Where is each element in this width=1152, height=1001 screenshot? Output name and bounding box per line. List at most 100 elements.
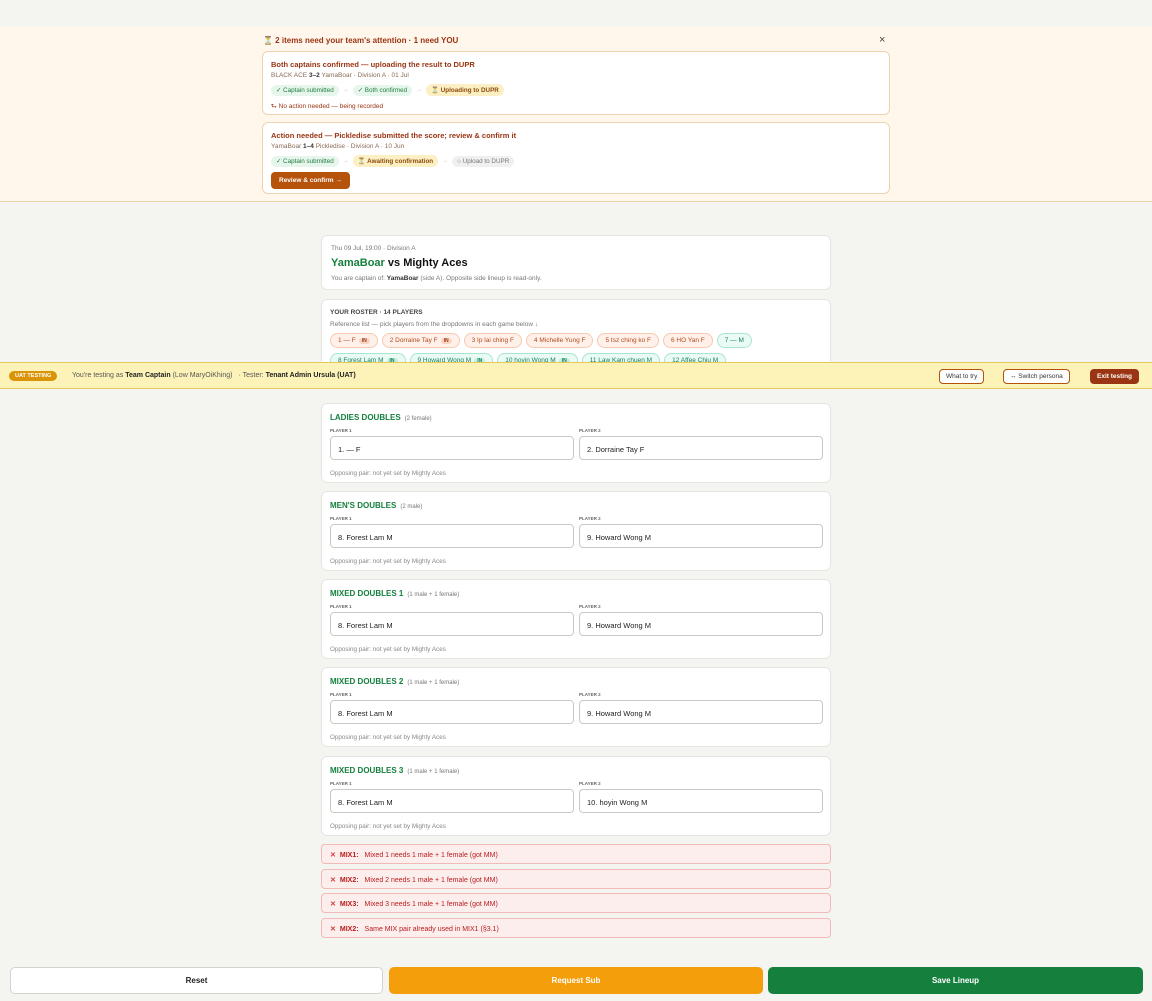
save-lineup-button[interactable]: Save Lineup [768,967,1143,994]
game-card: MIXED DOUBLES 3 (1 male + 1 female) PLAYER… [321,756,831,836]
game-card: MEN'S DOUBLES (2 male) PLAYER 1 PLAYER 2 8. … [321,491,831,571]
step-badge: ⏳ Awaiting confirmation [352,155,439,167]
step-badge: ✓ Captain submitted [271,155,339,167]
roster-subtitle: Reference list — pick players from the d… [330,321,539,328]
player2-select[interactable]: 9. Howard Wong M [579,524,823,548]
in-badge: IN [358,337,370,344]
switch-persona-button[interactable]: ↔ Switch persona [1003,369,1070,384]
roster-panel: YOUR ROSTER · 14 PLAYERS Reference list … [321,299,831,369]
attention-item-upload: Both captains confirmed — uploading the … [262,51,890,115]
attention-item-title: Both captains confirmed — uploading the … [271,60,475,69]
opposing-pair-note: Opposing pair: not yet set by Mighty Ace… [330,558,446,565]
attention-note: ⮑ No action needed — being recorded [271,103,384,110]
player1-label: PLAYER 1 [330,692,352,697]
attention-item-title: Action needed — Pickledise submitted the… [271,131,517,140]
step-badge: ⏳ Uploading to DUPR [426,84,504,96]
game-requirement: (2 female) [404,416,432,422]
error-item: ✕ MIX1: Mixed 1 needs 1 male + 1 female (g… [321,844,831,864]
game-requirement: (1 male + 1 female) [407,592,460,598]
error-code: MIX2: [339,926,359,933]
error-message: Mixed 2 needs 1 male + 1 female (got MM) [364,877,498,884]
game-requirement: (1 male + 1 female) [407,680,460,686]
attention-item-meta: BLACK ACE 3–2 YamaBoar · Division A · 01… [271,72,409,79]
error-message: Same MIX pair already used in MIX1 (§3.1… [364,926,499,933]
game-title: LADIES DOUBLES (2 female) [330,413,432,422]
in-badge: IN [440,337,452,344]
player2-label: PLAYER 2 [579,692,601,697]
error-icon: ✕ [330,926,336,933]
game-card: LADIES DOUBLES (2 female) PLAYER 1 PLAYER 2… [321,403,831,483]
player2-label: PLAYER 2 [579,516,601,521]
error-icon: ✕ [330,877,336,884]
game-title: MIXED DOUBLES 1 (1 male + 1 female) [330,589,460,598]
player2-label: PLAYER 2 [579,428,601,433]
player2-label: PLAYER 2 [579,604,601,609]
game-requirement: (1 male + 1 female) [407,769,460,775]
game-card: MIXED DOUBLES 1 (1 male + 1 female) PLAYER… [321,579,831,659]
player2-select[interactable]: 9. Howard Wong M [579,612,823,636]
player1-select[interactable]: 8. Forest Lam M [330,700,574,724]
attention-item-confirm: Action needed — Pickledise submitted the… [262,122,890,194]
uat-badge: UAT TESTING [9,371,58,381]
roster-chip: 2 Dorraine Tay F IN [381,333,460,348]
player1-label: PLAYER 1 [330,516,352,521]
step-badge: ○ Upload to DUPR [452,155,515,167]
roster-chips-row: 1 — F IN 2 Dorraine Tay F IN 3 Ip lai ching … [330,333,752,348]
match-title: YamaBoar vs Mighty Aces [331,257,468,269]
exit-testing-button[interactable]: Exit testing [1090,369,1140,384]
roster-chip: 5 tsz ching ko F [597,333,660,348]
player2-select[interactable]: 2. Dorraine Tay F [579,436,823,460]
review-confirm-button[interactable]: Review & confirm → [271,172,350,189]
step-badge: ✓ Captain submitted [271,84,339,96]
game-title: MIXED DOUBLES 3 (1 male + 1 female) [330,766,460,775]
game-title: MEN'S DOUBLES (2 male) [330,501,423,510]
error-code: MIX2: [339,877,359,884]
error-item: ✕ MIX2: Mixed 2 needs 1 male + 1 female (g… [321,869,831,889]
roster-chip: 6 HO Yan F [663,333,713,348]
game-title: MIXED DOUBLES 2 (1 male + 1 female) [330,677,460,686]
game-requirement: (2 male) [400,504,423,510]
status-steps: ✓ Captain submitted → ✓ Both confirmed → ⏳… [271,84,504,96]
captain-note: You are captain of: YamaBoar (side A). O… [331,275,542,282]
error-message: Mixed 1 needs 1 male + 1 female (got MM) [364,852,498,859]
request-sub-button[interactable]: Request Sub [389,967,763,994]
step-badge: ✓ Both confirmed [352,84,413,96]
roster-chip: 7 — M [716,333,752,348]
error-item: ✕ MIX3: Mixed 3 needs 1 male + 1 female (g… [321,893,831,913]
player1-label: PLAYER 1 [330,781,352,786]
what-to-try-button[interactable]: What to try [939,369,985,384]
opposing-pair-note: Opposing pair: not yet set by Mighty Ace… [330,646,446,653]
player1-select[interactable]: 1. — F [330,436,574,460]
player1-select[interactable]: 8. Forest Lam M [330,524,574,548]
match-header: Thu 09 Jul, 19:00 · Division A YamaBoar … [321,235,831,290]
reset-button[interactable]: Reset [10,967,383,994]
roster-title: YOUR ROSTER · 14 PLAYERS [330,309,423,316]
error-item: ✕ MIX2: Same MIX pair already used in MIX1… [321,918,831,938]
close-icon[interactable]: × [879,34,885,46]
match-meta: Thu 09 Jul, 19:00 · Division A [331,245,416,252]
player2-select[interactable]: 10. hoyin Wong M [579,789,823,813]
opposing-pair-note: Opposing pair: not yet set by Mighty Ace… [330,823,446,830]
player2-label: PLAYER 2 [579,781,601,786]
error-code: MIX1: [339,852,359,859]
player1-label: PLAYER 1 [330,604,352,609]
error-icon: ✕ [330,901,336,908]
attention-title: ⏳ 2 items need your team's attention · 1… [263,36,459,45]
player2-select[interactable]: 9. Howard Wong M [579,700,823,724]
roster-chip: 1 — F IN [330,333,378,348]
player1-label: PLAYER 1 [330,428,352,433]
opposing-pair-note: Opposing pair: not yet set by Mighty Ace… [330,734,446,741]
player1-select[interactable]: 8. Forest Lam M [330,789,574,813]
error-icon: ✕ [330,852,336,859]
status-steps: ✓ Captain submitted → ⏳ Awaiting confirma… [271,155,515,167]
roster-chip: 3 Ip lai ching F [463,333,522,348]
uat-description: You're testing as Team Captain (Low Mary… [72,372,356,379]
roster-chip: 4 Michelle Yung F [525,333,594,348]
player1-select[interactable]: 8. Forest Lam M [330,612,574,636]
error-message: Mixed 3 needs 1 male + 1 female (got MM) [364,901,498,908]
attention-item-meta: YamaBoar 1–4 Pickledise · Division A · 1… [271,143,405,150]
opposing-pair-note: Opposing pair: not yet set by Mighty Ace… [330,470,446,477]
error-code: MIX3: [339,901,359,908]
game-card: MIXED DOUBLES 2 (1 male + 1 female) PLAYER… [321,667,831,747]
uat-testing-bar: UAT TESTING You're testing as Team Capta… [0,362,1152,389]
